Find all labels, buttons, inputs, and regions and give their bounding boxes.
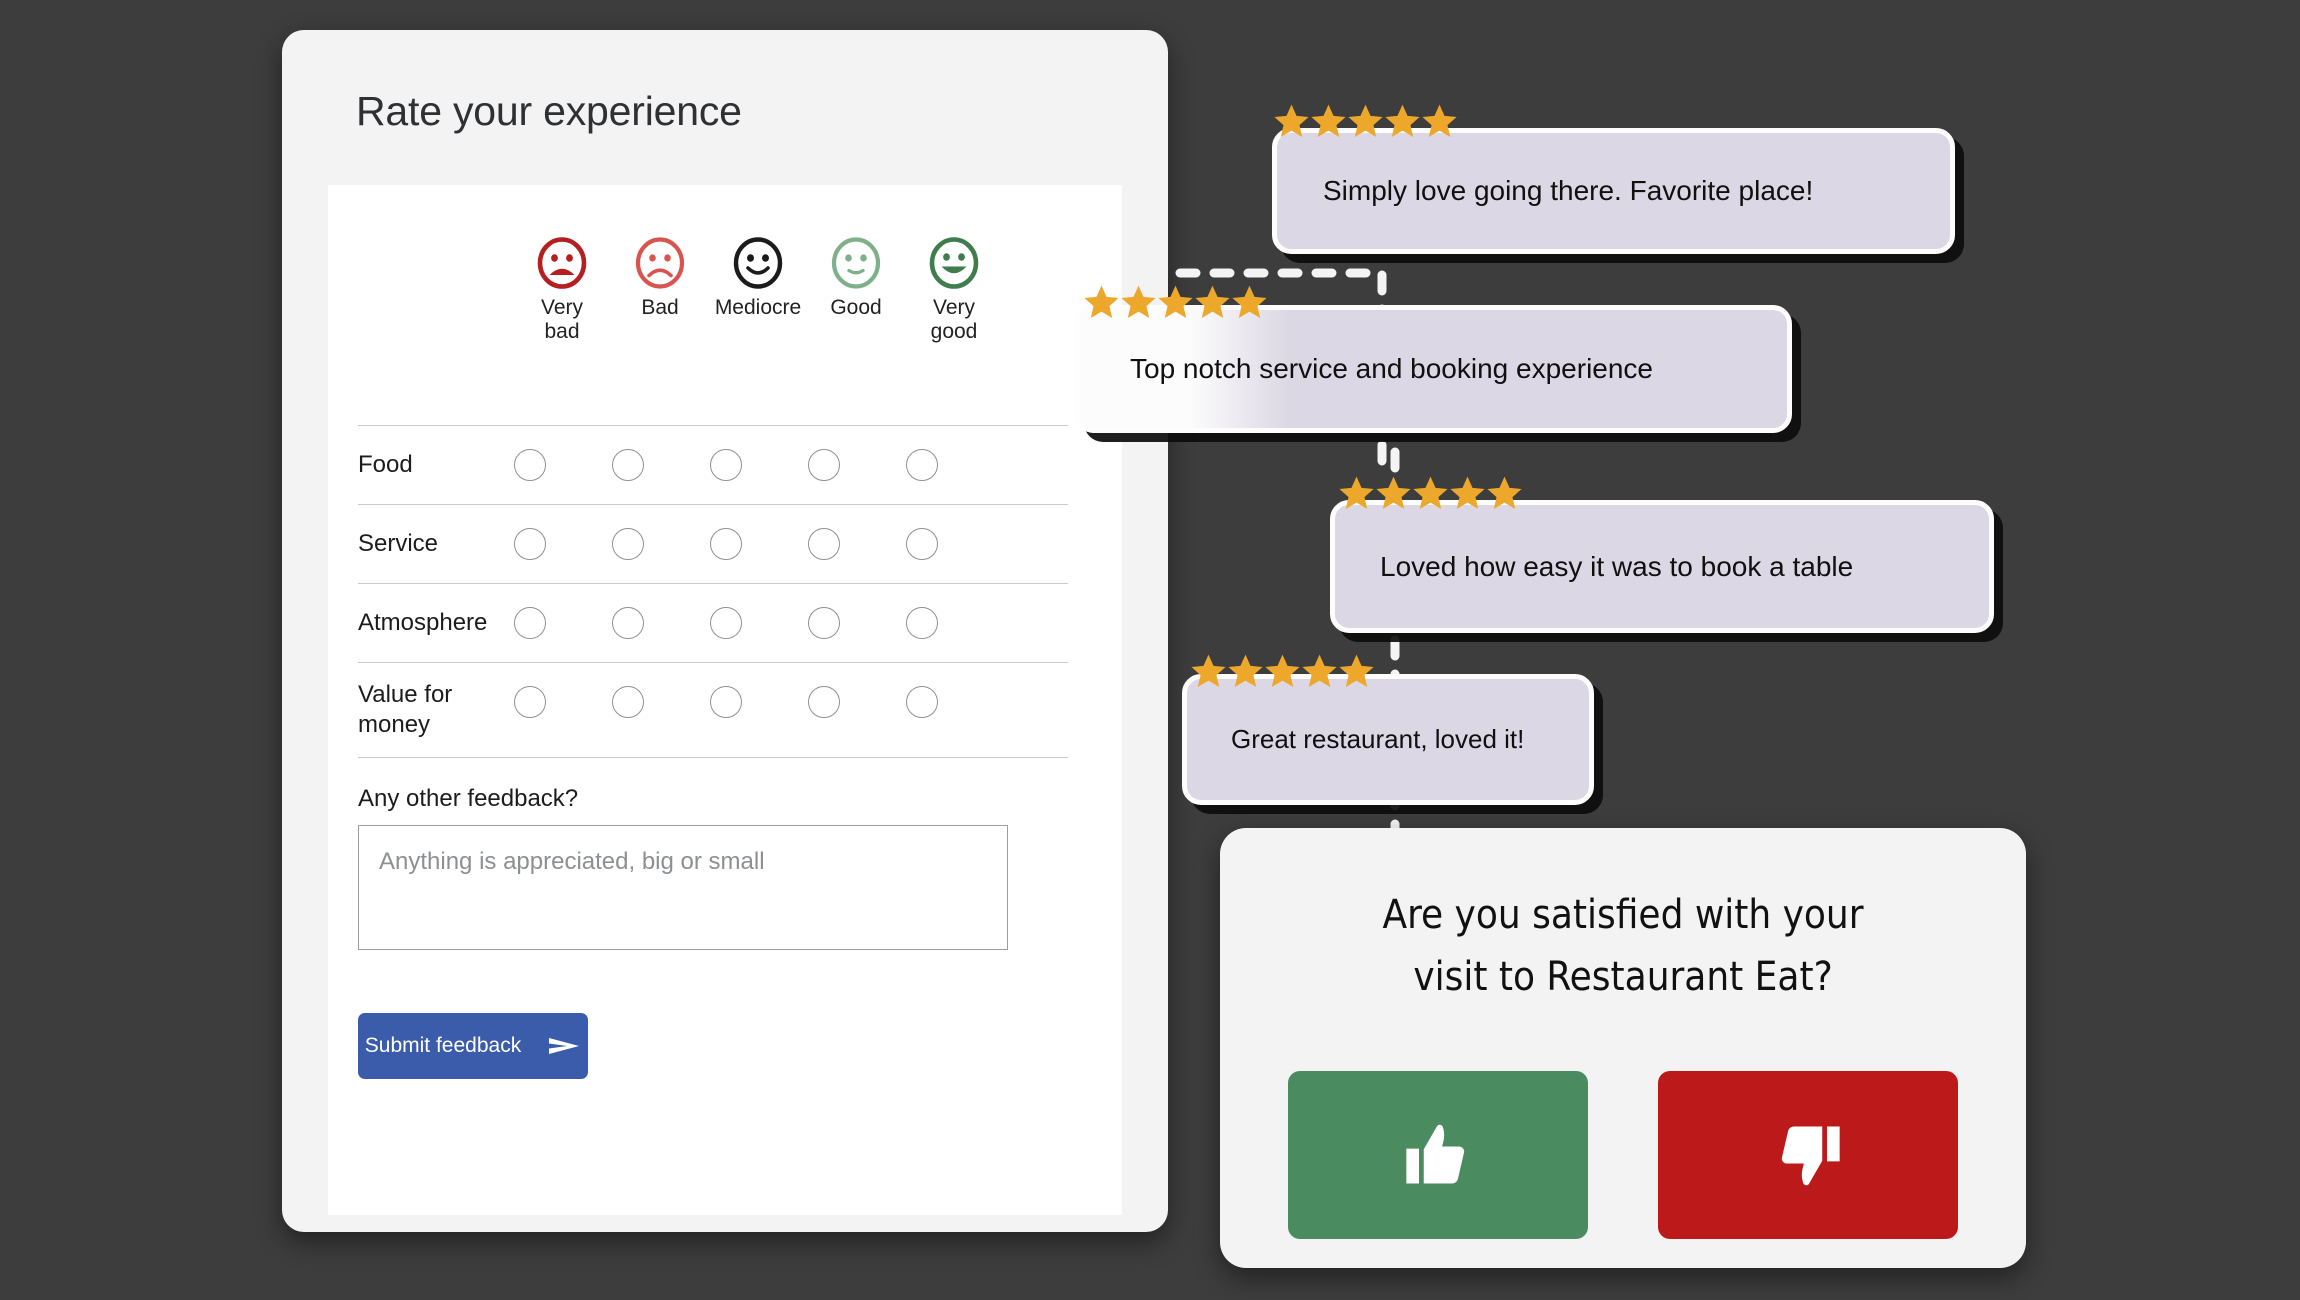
send-arrow-icon bbox=[549, 1038, 580, 1054]
rating-scale-header: Very bad Bad Mediocre Good Very good bbox=[328, 237, 1122, 367]
radio-atmosphere-very-bad[interactable] bbox=[514, 607, 546, 639]
scale-label-line2: good bbox=[930, 320, 978, 343]
thumbs-up-button[interactable] bbox=[1288, 1071, 1588, 1239]
radio-atmosphere-very-good[interactable] bbox=[906, 607, 938, 639]
criterion-label: Food bbox=[358, 451, 413, 478]
radio-value-very-good[interactable] bbox=[906, 686, 938, 718]
radio-value-good[interactable] bbox=[808, 686, 840, 718]
scale-label-line1: Very bbox=[932, 296, 976, 319]
review-text: Simply love going there. Favorite place! bbox=[1323, 175, 1814, 206]
radio-atmosphere-good[interactable] bbox=[808, 607, 840, 639]
criteria-table: Food Service Atmosphere Value for money bbox=[358, 425, 1068, 758]
thumbs-down-button[interactable] bbox=[1658, 1071, 1958, 1239]
review-text: Loved how easy it was to book a table bbox=[1380, 550, 1854, 582]
feedback-form-card: Rate your experience Very bad Bad Medioc… bbox=[282, 30, 1168, 1232]
scale-column-very-bad: Very bad bbox=[514, 237, 610, 344]
slight-smile-face-icon bbox=[733, 237, 783, 289]
frown-face-icon bbox=[635, 237, 685, 289]
radio-value-mediocre[interactable] bbox=[710, 686, 742, 718]
scale-label-line1: Bad bbox=[641, 296, 679, 319]
satisfaction-question: Are you satisfied with your visit to Res… bbox=[1220, 884, 2026, 1008]
criterion-label: Atmosphere bbox=[358, 609, 488, 636]
radio-value-bad[interactable] bbox=[612, 686, 644, 718]
scale-column-very-good: Very good bbox=[906, 237, 1002, 344]
satisfaction-question-line1: Are you satisfied with your bbox=[1382, 892, 1864, 938]
radio-value-very-bad[interactable] bbox=[514, 686, 546, 718]
radio-service-bad[interactable] bbox=[612, 528, 644, 560]
frown-open-face-icon bbox=[537, 237, 587, 289]
radio-atmosphere-mediocre[interactable] bbox=[710, 607, 742, 639]
page-title: Rate your experience bbox=[356, 88, 742, 134]
criterion-label: Value for bbox=[358, 681, 453, 708]
table-row: Service bbox=[358, 504, 1068, 583]
table-row: Food bbox=[358, 425, 1068, 504]
radio-service-very-good[interactable] bbox=[906, 528, 938, 560]
review-text: Top notch service and booking experience bbox=[1130, 353, 1654, 384]
review-bubble-1: Simply love going there. Favorite place! bbox=[1272, 128, 1955, 254]
feedback-input[interactable] bbox=[358, 825, 1008, 950]
submit-feedback-button[interactable]: Submit feedback bbox=[358, 1013, 588, 1079]
radio-service-mediocre[interactable] bbox=[710, 528, 742, 560]
radio-atmosphere-bad[interactable] bbox=[612, 607, 644, 639]
neutral-smile-face-icon bbox=[831, 237, 881, 289]
criterion-label: Service bbox=[358, 530, 439, 557]
radio-food-good[interactable] bbox=[808, 449, 840, 481]
radio-food-bad[interactable] bbox=[612, 449, 644, 481]
review-bubble-2: Top notch service and booking experience bbox=[1075, 305, 1792, 433]
radio-service-very-bad[interactable] bbox=[514, 528, 546, 560]
review-bubble-4: Great restaurant, loved it! bbox=[1182, 674, 1594, 805]
submit-button-label: Submit feedback bbox=[364, 1034, 522, 1057]
scale-label-line2: bad bbox=[544, 320, 580, 343]
grin-face-icon bbox=[929, 237, 979, 289]
review-bubble-3: Loved how easy it was to book a table bbox=[1330, 500, 1994, 633]
criterion-label-line2: money bbox=[358, 711, 431, 738]
satisfaction-card: Are you satisfied with your visit to Res… bbox=[1220, 828, 2026, 1268]
scale-column-mediocre: Mediocre bbox=[710, 237, 806, 320]
feedback-question-label: Any other feedback? bbox=[358, 785, 579, 812]
thumbs-down-icon bbox=[1781, 1126, 1840, 1186]
satisfaction-question-line2: visit to Restaurant Eat? bbox=[1413, 954, 1833, 1000]
scale-column-bad: Bad bbox=[612, 237, 708, 320]
radio-service-good[interactable] bbox=[808, 528, 840, 560]
scale-label-line1: Mediocre bbox=[714, 296, 802, 319]
radio-food-very-bad[interactable] bbox=[514, 449, 546, 481]
table-row: Value for money bbox=[358, 662, 1068, 758]
review-text: Great restaurant, loved it! bbox=[1231, 724, 1525, 754]
radio-food-mediocre[interactable] bbox=[710, 449, 742, 481]
scale-label-line1: Good bbox=[830, 296, 882, 319]
table-row: Atmosphere bbox=[358, 583, 1068, 662]
scale-label-line1: Very bbox=[540, 296, 584, 319]
scale-column-good: Good bbox=[808, 237, 904, 320]
thumbs-up-icon bbox=[1406, 1124, 1465, 1184]
form-panel: Very bad Bad Mediocre Good Very good Foo… bbox=[328, 185, 1122, 1215]
radio-food-very-good[interactable] bbox=[906, 449, 938, 481]
